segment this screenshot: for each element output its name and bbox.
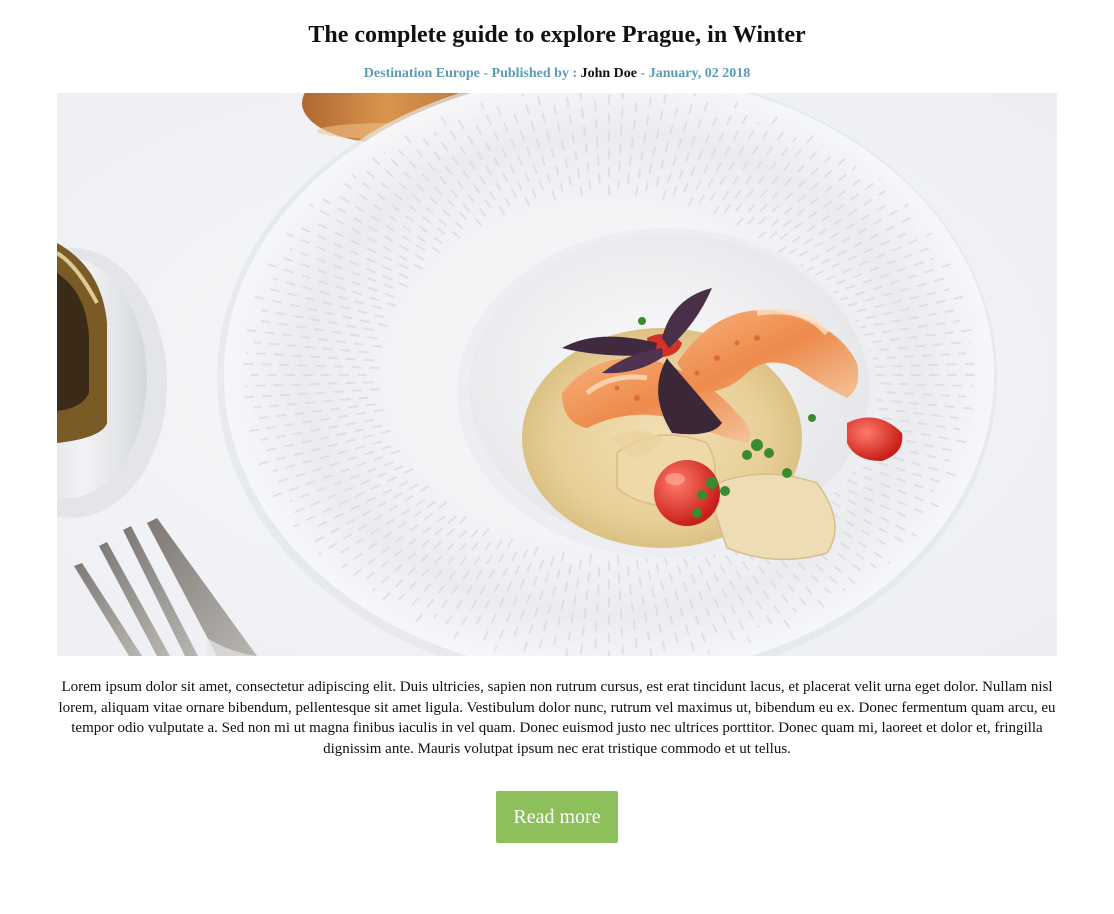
author-name: John Doe xyxy=(580,66,638,81)
publish-date: January, 02 2018 xyxy=(648,66,751,81)
meta-separator: - xyxy=(637,66,649,81)
read-more-button[interactable]: Read more xyxy=(496,791,618,843)
article-title: The complete guide to explore Prague, in… xyxy=(308,22,806,48)
published-by-label: Published by : xyxy=(491,66,581,81)
article-meta: Destination Europe - Published by : John… xyxy=(57,65,1057,83)
article: The complete guide to explore Prague, in… xyxy=(57,20,1057,843)
article-hero-image xyxy=(57,93,1057,656)
meta-separator: - xyxy=(479,66,492,81)
article-body: Lorem ipsum dolor sit amet, consectetur … xyxy=(58,679,1056,757)
category-label: Destination Europe xyxy=(363,66,480,81)
